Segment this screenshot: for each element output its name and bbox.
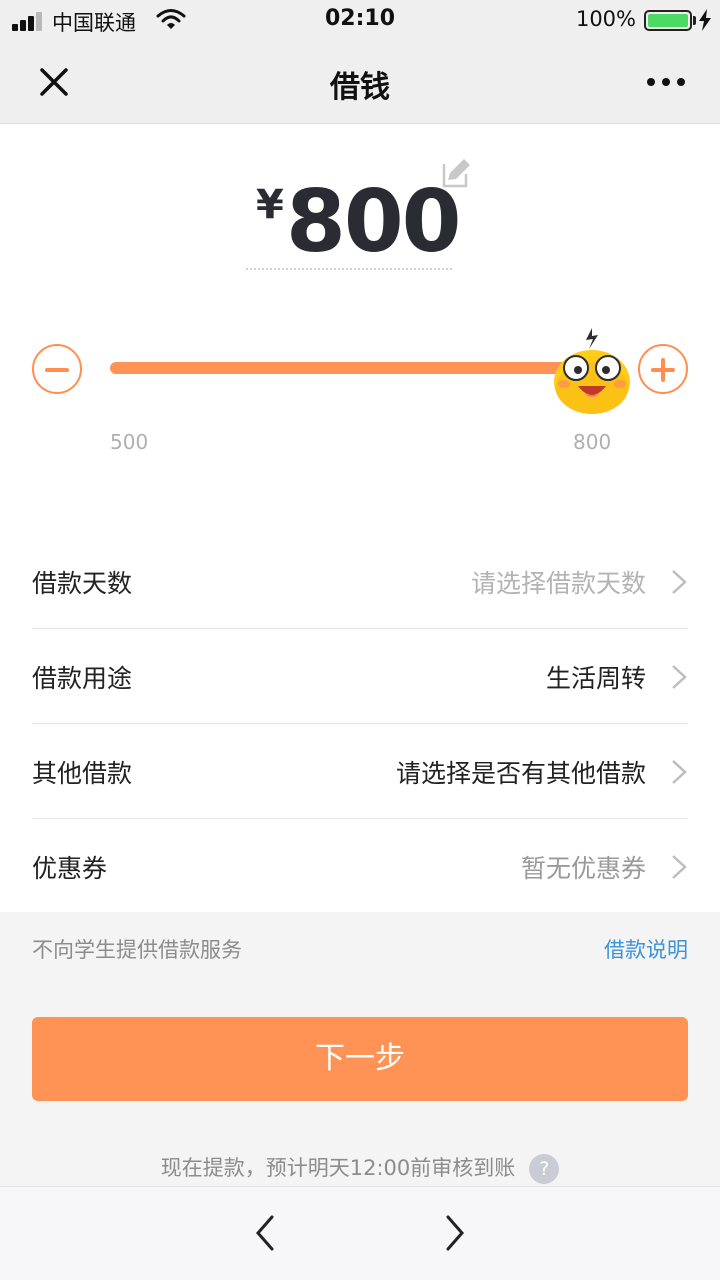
row-value: 生活周转 xyxy=(545,664,646,693)
amount-value: 800 xyxy=(286,172,462,272)
forward-arrow-icon[interactable] xyxy=(436,1213,472,1253)
back-arrow-icon[interactable] xyxy=(248,1213,284,1253)
row-value: 暂无优惠券 xyxy=(520,854,646,883)
top-bar: 中国联通 02:10 100% 借钱 xyxy=(0,0,720,124)
row-value: 请选择是否有其他借款 xyxy=(395,759,646,788)
increase-button[interactable] xyxy=(638,344,688,394)
battery-percent: 100% xyxy=(575,7,636,31)
nav-bar: 借钱 xyxy=(0,40,720,124)
row-coupon[interactable]: 优惠券 暂无优惠券 xyxy=(32,819,688,914)
row-loan-days[interactable]: 借款天数 请选择借款天数 xyxy=(32,534,688,629)
battery-tip xyxy=(693,16,696,25)
loan-options-list: 借款天数 请选择借款天数 借款用途 生活周转 其他借款 请选择是否有其他借款 优… xyxy=(32,534,688,914)
chevron-right-icon xyxy=(672,665,687,689)
row-label: 其他借款 xyxy=(32,759,133,788)
browser-toolbar xyxy=(0,1186,720,1280)
row-loan-purpose[interactable]: 借款用途 生活周转 xyxy=(32,629,688,724)
currency-symbol: ¥ xyxy=(256,182,284,228)
decrease-button[interactable] xyxy=(32,344,82,394)
chevron-right-icon xyxy=(672,855,687,879)
row-value: 请选择借款天数 xyxy=(470,569,646,598)
battery-icon xyxy=(644,10,692,31)
slider-max-label: 800 xyxy=(573,430,612,454)
edit-icon[interactable] xyxy=(440,156,474,190)
charging-icon xyxy=(699,9,711,31)
row-label: 优惠券 xyxy=(32,854,108,883)
amount-slider: 500 800 xyxy=(0,324,720,464)
slider-fill xyxy=(110,362,571,374)
loan-form-card: ¥ 800 500 800 借款天数 请选择借款天数 借款用途 生活周转 其他借… xyxy=(0,124,720,912)
chevron-right-icon xyxy=(672,570,687,594)
student-notice: 不向学生提供借款服务 xyxy=(32,938,242,962)
help-icon[interactable]: ? xyxy=(529,1154,560,1184)
row-label: 借款天数 xyxy=(32,569,133,598)
footer-note: 现在提款，预计明天12:00前审核到账? xyxy=(0,1152,720,1184)
loan-info-link[interactable]: 借款说明 xyxy=(604,934,688,964)
page-title: 借钱 xyxy=(330,70,390,105)
row-other-loans[interactable]: 其他借款 请选择是否有其他借款 xyxy=(32,724,688,819)
row-label: 借款用途 xyxy=(32,664,133,693)
amount-display[interactable]: ¥ 800 xyxy=(246,174,462,270)
status-bar: 中国联通 02:10 100% xyxy=(0,0,720,40)
more-icon[interactable] xyxy=(642,62,690,102)
next-step-button[interactable]: 下一步 xyxy=(32,1017,688,1101)
minus-icon xyxy=(45,368,69,372)
chevron-right-icon xyxy=(672,760,687,784)
slider-min-label: 500 xyxy=(110,430,149,454)
slider-track[interactable] xyxy=(110,362,590,374)
mascot-slider-handle[interactable] xyxy=(548,324,636,416)
review-time-text: 现在提款，预计明天12:00前审核到账 xyxy=(160,1156,516,1180)
